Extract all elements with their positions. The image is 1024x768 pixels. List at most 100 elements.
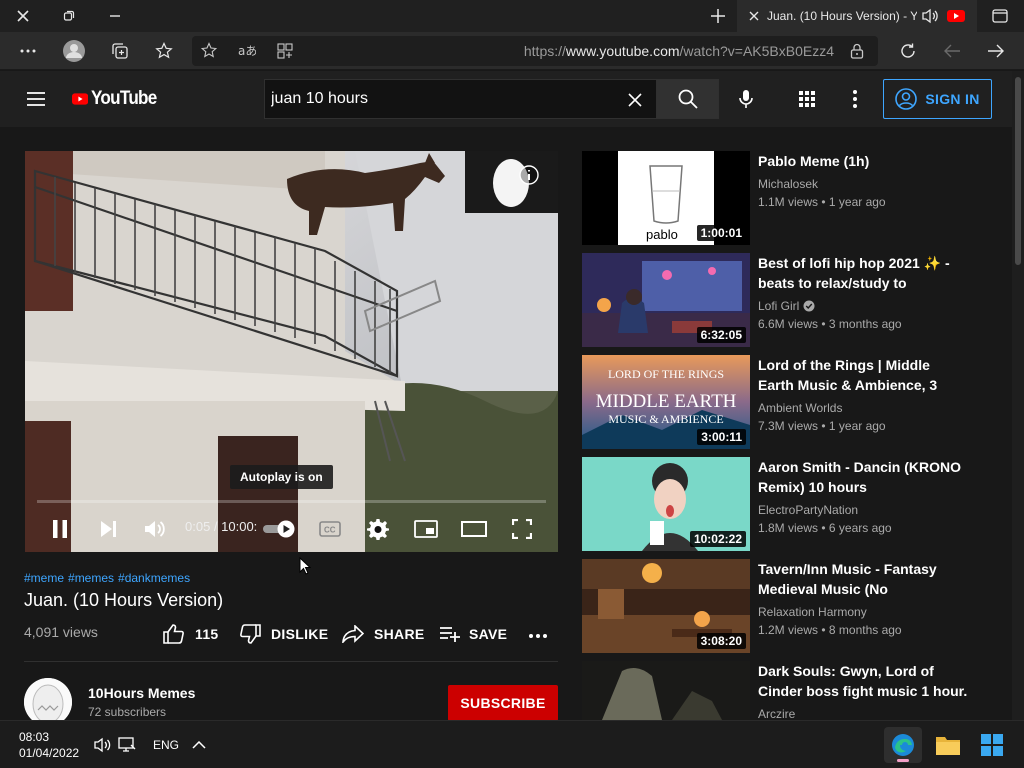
network-tray-button[interactable] (116, 735, 138, 755)
apps-button[interactable] (795, 87, 819, 111)
hashtag-link[interactable]: #meme (24, 571, 64, 585)
profile-button[interactable] (60, 38, 88, 64)
volume-tray-button[interactable] (92, 735, 114, 755)
recommendation-channel[interactable]: Michalosek (758, 177, 818, 191)
progress-bar[interactable] (37, 500, 546, 503)
collections-button[interactable] (106, 40, 134, 62)
more-horizontal-icon (20, 49, 36, 53)
tab-actions-button[interactable] (988, 4, 1012, 28)
youtube-logo[interactable]: YouTube (72, 87, 164, 111)
back-button[interactable] (940, 40, 964, 62)
recommendation-channel[interactable]: ElectroPartyNation (758, 503, 858, 517)
recommendation-meta: 7.3M views • 1 year ago (758, 419, 886, 433)
recommendation-title[interactable]: Dark Souls: Gwyn, Lord of Cinder boss fi… (758, 661, 968, 701)
tab-active[interactable]: Juan. (10 Hours Version) - YouTube (737, 0, 977, 32)
close-window-button[interactable] (0, 0, 46, 32)
scrollbar-thumb[interactable] (1015, 77, 1021, 265)
video-frame (25, 151, 558, 552)
lock-icon[interactable] (848, 42, 866, 60)
collections-icon (112, 43, 128, 59)
recommendation-item[interactable]: 3:08:20 Tavern/Inn Music - Fantasy Medie… (582, 559, 982, 653)
speaker-icon[interactable] (921, 8, 939, 24)
system-clock[interactable]: 08:03 01/04/2022 (19, 729, 79, 761)
recommendation-title[interactable]: Best of lofi hip hop 2021 ✨ - beats to r… (758, 253, 968, 293)
hashtag-link[interactable]: #memes (68, 571, 114, 585)
settings-button[interactable] (363, 511, 393, 547)
subscribe-button[interactable]: SUBSCRIBE (448, 685, 558, 721)
restore-window-button[interactable] (46, 0, 92, 32)
refresh-button[interactable] (896, 40, 920, 62)
video-title: Juan. (10 Hours Version) (24, 590, 224, 610)
recommendation-channel[interactable]: Arczire (758, 707, 795, 720)
close-tab-icon[interactable] (749, 11, 759, 21)
recommendation-item[interactable]: LORD OF THE RINGS MIDDLE EARTH MUSIC & A… (582, 355, 982, 449)
show-hidden-icons-button[interactable] (190, 737, 208, 753)
page-scrollbar[interactable] (1012, 71, 1024, 720)
search-button[interactable] (656, 79, 719, 119)
skip-next-icon (101, 521, 116, 537)
new-tab-button[interactable] (704, 4, 732, 28)
miniplayer-button[interactable] (411, 511, 441, 547)
video-thumbnail[interactable]: 6:32:05 (582, 253, 750, 347)
taskbar-file-explorer[interactable] (930, 727, 966, 763)
video-thumbnail[interactable] (582, 661, 750, 720)
video-thumbnail[interactable]: 3:08:20 (582, 559, 750, 653)
mute-button[interactable] (140, 511, 170, 547)
favorites-button[interactable] (150, 40, 178, 62)
miniplayer-icon (414, 520, 438, 538)
settings-more-button[interactable] (14, 40, 42, 62)
recommendation-item[interactable]: 6:32:05 Best of lofi hip hop 2021 ✨ - be… (582, 253, 982, 347)
recommendation-channel[interactable]: Ambient Worlds (758, 401, 842, 415)
microphone-icon (739, 90, 753, 108)
video-thumbnail[interactable]: 10:02:22 (582, 457, 750, 551)
recommendation-channel[interactable]: Relaxation Harmony (758, 605, 867, 619)
svg-text:CC: CC (324, 526, 336, 535)
recommendation-title[interactable]: Pablo Meme (1h) (758, 151, 968, 171)
address-bar[interactable]: aあ https://www.youtube.com/watch?v=AK5Bx… (192, 36, 878, 66)
recommendation-title[interactable]: Aaron Smith - Dancin (KRONO Remix) 10 ho… (758, 457, 968, 497)
recommendation-title[interactable]: Lord of the Rings | Middle Earth Music &… (758, 355, 968, 395)
search-input[interactable] (271, 88, 611, 110)
voice-search-button[interactable] (734, 87, 758, 111)
sign-in-button[interactable]: SIGN IN (883, 79, 992, 119)
clear-search-button[interactable] (625, 90, 645, 110)
app-install-icon[interactable] (274, 42, 296, 60)
settings-menu-button[interactable] (843, 87, 867, 111)
svg-text:aあ: aあ (238, 44, 256, 58)
thumbnail-caption: LORD OF THE RINGS (607, 367, 725, 381)
channel-avatar[interactable] (24, 678, 72, 726)
channel-name[interactable]: 10Hours Memes (88, 685, 195, 701)
pause-button[interactable] (45, 511, 75, 547)
share-button[interactable]: SHARE (342, 622, 425, 646)
info-card-button[interactable] (519, 165, 539, 185)
autoplay-toggle[interactable] (263, 511, 297, 547)
minimize-window-button[interactable] (92, 0, 138, 32)
video-thumbnail[interactable]: LORD OF THE RINGS MIDDLE EARTH MUSIC & A… (582, 355, 750, 449)
subtitles-button[interactable]: CC (315, 511, 345, 547)
start-button[interactable] (974, 727, 1010, 763)
subscriber-count: 72 subscribers (88, 705, 167, 719)
thumbnail-caption: pablo (646, 227, 678, 242)
add-favorite-icon[interactable] (198, 42, 220, 60)
recommendation-channel[interactable]: Lofi Girl (758, 299, 815, 313)
more-actions-button[interactable] (528, 628, 548, 644)
recommendation-item[interactable]: 10:02:22 Aaron Smith - Dancin (KRONO Rem… (582, 457, 982, 551)
forward-button[interactable] (984, 40, 1008, 62)
theater-mode-button[interactable] (459, 511, 489, 547)
translate-icon[interactable]: aあ (236, 42, 258, 60)
dislike-button[interactable]: DISLIKE (239, 622, 328, 646)
guide-menu-button[interactable] (24, 87, 48, 111)
fullscreen-button[interactable] (507, 511, 537, 547)
recommendation-title[interactable]: Tavern/Inn Music - Fantasy Medieval Musi… (758, 559, 968, 599)
hashtag-link[interactable]: #dankmemes (118, 571, 190, 585)
next-button[interactable] (93, 511, 123, 547)
video-thumbnail[interactable]: pablo 1:00:01 (582, 151, 750, 245)
windows-taskbar: 08:03 01/04/2022 ENG (0, 720, 1024, 768)
recommendation-item[interactable]: pablo 1:00:01 Pablo Meme (1h) Michalosek… (582, 151, 982, 245)
recommendation-item[interactable]: Dark Souls: Gwyn, Lord of Cinder boss fi… (582, 661, 982, 720)
save-button[interactable]: SAVE (439, 622, 507, 646)
video-player[interactable]: Autoplay is on 0:05 / 10:00: CC (25, 151, 558, 552)
like-button[interactable]: 115 (163, 622, 219, 646)
input-language[interactable]: ENG (153, 738, 179, 752)
taskbar-edge[interactable] (884, 727, 922, 763)
